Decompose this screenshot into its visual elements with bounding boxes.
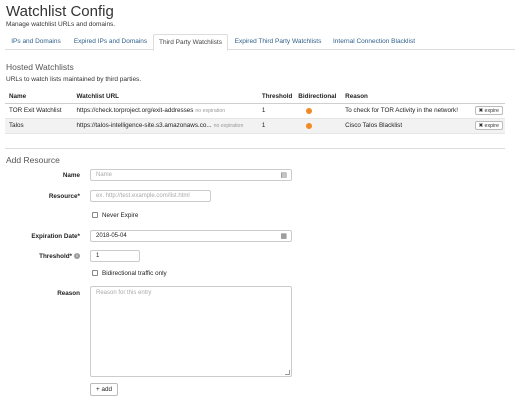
tab-bar: IPs and Domains Expired IPs and Domains … bbox=[5, 34, 515, 51]
expire-button-label: expire bbox=[484, 108, 499, 114]
bidirectional-label: Bidirectional traffic only bbox=[102, 270, 167, 277]
add-button-label: add bbox=[101, 386, 112, 393]
never-expire-option[interactable]: Never Expire bbox=[92, 212, 138, 219]
close-icon: ✖ bbox=[478, 123, 484, 129]
reason-textarea[interactable]: Reason for this entry bbox=[90, 286, 292, 377]
resource-placeholder: ex. http://test.example.com/list.html bbox=[96, 193, 190, 199]
close-icon: ✖ bbox=[478, 108, 484, 114]
tab-third-party-watchlists[interactable]: Third Party Watchlists bbox=[153, 34, 228, 51]
never-expire-label: Never Expire bbox=[102, 212, 139, 219]
section-divider bbox=[5, 148, 505, 149]
expiration-date-value: 2018-05-04 bbox=[96, 233, 127, 239]
resource-label: Resource* bbox=[48, 193, 80, 200]
reason-placeholder: Reason for this entry bbox=[96, 290, 152, 296]
expiration-date-label: Expiration Date* bbox=[31, 233, 80, 240]
row-name: TOR Exit Watchlist bbox=[5, 103, 73, 119]
row-expiration: no expiration bbox=[195, 108, 226, 114]
row-threshold: 1 bbox=[257, 118, 295, 134]
name-label: Name bbox=[62, 172, 80, 179]
column-header-actions bbox=[470, 91, 505, 104]
row-actions: ✖ expire bbox=[470, 118, 505, 134]
add-resource-title: Add Resource bbox=[6, 155, 60, 165]
expire-button-label: expire bbox=[484, 123, 499, 129]
threshold-label-wrap: Threshold* i bbox=[0, 253, 80, 260]
resize-handle-icon[interactable] bbox=[285, 370, 290, 375]
table-header-row: Name Watchlist URL Threshold Bidirection… bbox=[5, 91, 505, 104]
row-url: https://check.torproject.org/exit-addres… bbox=[76, 107, 194, 114]
plus-icon: + bbox=[96, 386, 100, 393]
row-bidirectional bbox=[294, 103, 342, 119]
tab-expired-ips-and-domains[interactable]: Expired IPs and Domains bbox=[69, 34, 152, 50]
page-subtitle: Manage watchlist URLs and domains. bbox=[6, 21, 116, 28]
row-url: https://talos-intelligence-site.s3.amazo… bbox=[76, 122, 212, 129]
row-url-cell: https://check.torproject.org/exit-addres… bbox=[72, 103, 258, 119]
reason-label: Reason bbox=[57, 290, 80, 297]
table-row: Talos https://talos-intelligence-site.s3… bbox=[5, 118, 505, 134]
calendar-icon[interactable]: ▦ bbox=[280, 232, 287, 242]
tab-expired-third-party-watchlists[interactable]: Expired Third Party Watchlists bbox=[229, 34, 327, 50]
column-header-bidirectional: Bidirectional bbox=[294, 91, 342, 104]
bidirectional-status-icon bbox=[306, 107, 313, 114]
never-expire-checkbox[interactable] bbox=[92, 212, 98, 218]
column-header-name: Name bbox=[5, 91, 73, 104]
watchlist-table: Name Watchlist URL Threshold Bidirection… bbox=[5, 91, 505, 134]
bidirectional-status-icon bbox=[306, 122, 313, 129]
bidirectional-option[interactable]: Bidirectional traffic only bbox=[92, 270, 167, 277]
tab-ips-and-domains[interactable]: IPs and Domains bbox=[5, 34, 67, 50]
expire-button[interactable]: ✖ expire bbox=[474, 106, 503, 115]
tab-internal-connection-blacklist[interactable]: Internal Connection Blacklist bbox=[327, 34, 421, 50]
bidirectional-checkbox[interactable] bbox=[92, 270, 98, 276]
threshold-label: Threshold* bbox=[39, 253, 72, 260]
row-reason: Cisco Talos Blacklist bbox=[341, 118, 471, 134]
add-button[interactable]: + add bbox=[90, 383, 118, 396]
row-expiration: no expiration bbox=[213, 123, 244, 129]
table-row: TOR Exit Watchlist https://check.torproj… bbox=[5, 103, 505, 119]
row-reason: To check for TOR Activity in the network… bbox=[341, 103, 471, 119]
expiration-date-field[interactable]: 2018-05-04 ▦ bbox=[90, 230, 292, 242]
hosted-watchlists-title: Hosted Watchlists bbox=[6, 62, 74, 72]
row-name: Talos bbox=[5, 118, 73, 134]
name-field[interactable]: Name ▤ bbox=[90, 169, 292, 181]
column-header-url: Watchlist URL bbox=[72, 91, 258, 104]
row-bidirectional bbox=[294, 118, 342, 134]
row-threshold: 1 bbox=[257, 103, 295, 119]
page-title: Watchlist Config bbox=[6, 3, 114, 20]
column-header-reason: Reason bbox=[341, 91, 471, 104]
expire-button[interactable]: ✖ expire bbox=[474, 121, 503, 130]
column-header-threshold: Threshold bbox=[257, 91, 295, 104]
threshold-field[interactable]: 1 bbox=[90, 250, 140, 262]
contact-card-icon: ▤ bbox=[280, 172, 287, 179]
row-actions: ✖ expire bbox=[470, 103, 505, 119]
resource-field[interactable]: ex. http://test.example.com/list.html bbox=[90, 190, 211, 202]
info-icon[interactable]: i bbox=[74, 253, 80, 259]
name-placeholder: Name bbox=[96, 172, 113, 178]
hosted-watchlists-description: URLs to watch lists maintained by third … bbox=[6, 76, 142, 83]
row-url-cell: https://talos-intelligence-site.s3.amazo… bbox=[72, 118, 258, 134]
threshold-value: 1 bbox=[96, 253, 100, 259]
